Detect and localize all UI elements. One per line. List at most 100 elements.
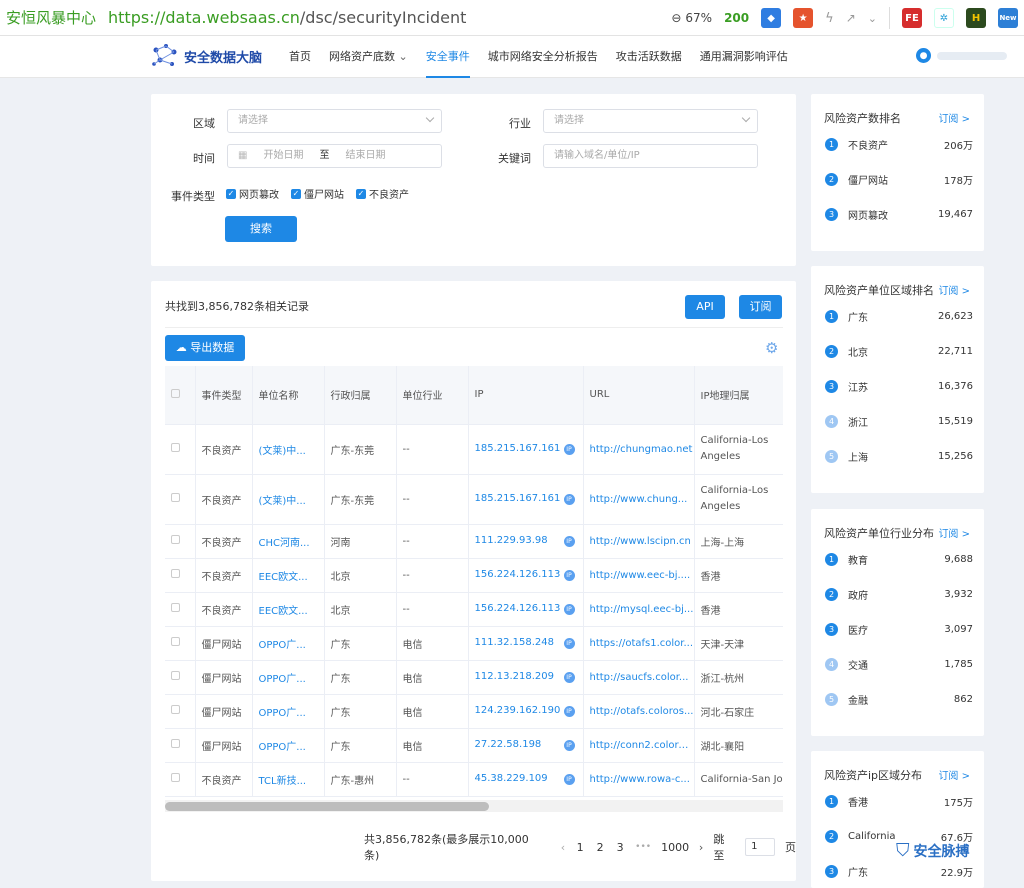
page-1[interactable]: 1 bbox=[575, 841, 585, 854]
nav-assets[interactable]: 网络资产底数 ⌄ bbox=[320, 36, 417, 78]
checkbox-defacement[interactable]: ✓ 网页篡改 bbox=[226, 186, 279, 201]
cell-ip[interactable]: 156.224.126.113 IP bbox=[468, 558, 584, 593]
checkbox-zombie-site[interactable]: ✓ 僵尸网站 bbox=[291, 186, 344, 201]
cell-ip[interactable]: 156.224.126.113 IP bbox=[468, 592, 584, 627]
row-checkbox[interactable] bbox=[165, 660, 196, 695]
cell-ip[interactable]: 111.229.93.98 IP bbox=[468, 524, 584, 559]
cell-ip[interactable]: 185.215.167.161 IP bbox=[468, 474, 584, 525]
checkbox[interactable] bbox=[171, 569, 180, 578]
share-icon[interactable]: ↗ bbox=[846, 11, 856, 25]
side-subscribe-link[interactable]: 订阅 > bbox=[938, 767, 970, 782]
zoom-indicator[interactable]: ⊖ 67% bbox=[671, 11, 712, 25]
extension-gear-icon[interactable]: ✲ bbox=[934, 8, 954, 28]
api-button[interactable]: API bbox=[685, 295, 725, 319]
extension-cube-icon[interactable]: ◆ bbox=[761, 8, 782, 28]
cell-url[interactable]: http://conn2.coloro... bbox=[583, 728, 695, 763]
cell-unit[interactable]: EEC欧文... bbox=[252, 558, 325, 593]
row-checkbox[interactable] bbox=[165, 524, 196, 559]
region-select[interactable]: 请选择 bbox=[227, 109, 442, 133]
chevron-down-icon[interactable]: ⌄ bbox=[868, 12, 877, 25]
select-all-checkbox[interactable] bbox=[165, 366, 196, 425]
keyword-input[interactable]: 请输入域名/单位/IP bbox=[543, 144, 758, 168]
ip-location-icon[interactable]: IP bbox=[563, 774, 575, 785]
cell-unit[interactable]: OPPO广... bbox=[252, 660, 325, 695]
cell-url[interactable]: https://otafs1.color... bbox=[583, 626, 695, 661]
checkbox[interactable] bbox=[171, 535, 180, 544]
checkbox[interactable] bbox=[171, 773, 180, 782]
table-row[interactable]: 僵尸网站 OPPO广... 广东 电信 111.32.158.248 IP https://… bbox=[165, 626, 783, 661]
lightning-icon[interactable]: ϟ bbox=[825, 11, 834, 26]
checkbox-bad-asset[interactable]: ✓ 不良资产 bbox=[356, 186, 409, 201]
page-last[interactable]: 1000 bbox=[661, 841, 689, 854]
cell-unit[interactable]: OPPO广... bbox=[252, 694, 325, 729]
row-checkbox[interactable] bbox=[165, 762, 196, 797]
ip-location-icon[interactable]: IP bbox=[563, 536, 575, 547]
pager-ellipsis[interactable]: ••• bbox=[635, 842, 651, 852]
ip-location-icon[interactable]: IP bbox=[563, 706, 575, 717]
extension-shield-icon[interactable]: ★ bbox=[793, 8, 814, 28]
scroll-thumb[interactable] bbox=[165, 802, 489, 811]
page-3[interactable]: 3 bbox=[615, 841, 625, 854]
url-bar[interactable]: https://data.websaas.cn/dsc/securityInci… bbox=[108, 8, 466, 27]
subscribe-button[interactable]: 订阅 bbox=[739, 295, 782, 319]
table-row[interactable]: 不良资产 (文莱)中... 广东-东莞 -- 185.215.167.161 IP http… bbox=[165, 424, 783, 475]
row-checkbox[interactable] bbox=[165, 558, 196, 593]
checkbox[interactable] bbox=[171, 739, 180, 748]
nav-city-report[interactable]: 城市网络安全分析报告 bbox=[479, 36, 607, 78]
table-row[interactable]: 不良资产 EEC欧文... 北京 -- 156.224.126.113 IP http://… bbox=[165, 558, 783, 593]
row-checkbox[interactable] bbox=[165, 474, 196, 525]
cell-unit[interactable]: (文莱)中... bbox=[252, 474, 325, 525]
export-button[interactable]: ☁ 导出数据 bbox=[165, 335, 245, 361]
ip-location-icon[interactable]: IP bbox=[563, 604, 575, 615]
next-page-icon[interactable]: › bbox=[699, 841, 703, 854]
checkbox[interactable] bbox=[171, 493, 180, 502]
search-button[interactable]: 搜索 bbox=[225, 216, 297, 242]
cell-unit[interactable]: TCL新技... bbox=[252, 762, 325, 797]
prev-page-icon[interactable]: ‹ bbox=[561, 841, 565, 854]
table-row[interactable]: 不良资产 CHC河南... 河南 -- 111.229.93.98 IP http://ww… bbox=[165, 524, 783, 559]
row-checkbox[interactable] bbox=[165, 424, 196, 475]
cell-ip[interactable]: 111.32.158.248 IP bbox=[468, 626, 584, 661]
ip-location-icon[interactable]: IP bbox=[563, 740, 575, 751]
checkbox[interactable] bbox=[171, 443, 180, 452]
start-date[interactable]: 开始日期 bbox=[263, 145, 303, 167]
horizontal-scrollbar[interactable] bbox=[165, 800, 783, 812]
user-menu[interactable]: ● bbox=[916, 48, 1007, 63]
table-row[interactable]: 不良资产 (文莱)中... 广东-东莞 -- 185.215.167.161 IP http… bbox=[165, 474, 783, 525]
cell-unit[interactable]: OPPO广... bbox=[252, 626, 325, 661]
checkbox[interactable] bbox=[171, 603, 180, 612]
cell-url[interactable]: http://chungmao.net bbox=[583, 424, 695, 475]
table-row[interactable]: 不良资产 EEC欧文... 北京 -- 156.224.126.113 IP http://… bbox=[165, 592, 783, 627]
cell-ip[interactable]: 27.22.58.198 IP bbox=[468, 728, 584, 763]
side-subscribe-link[interactable]: 订阅 > bbox=[938, 110, 970, 125]
cell-url[interactable]: http://www.chung... bbox=[583, 474, 695, 525]
cell-unit[interactable]: CHC河南... bbox=[252, 524, 325, 559]
row-checkbox[interactable] bbox=[165, 592, 196, 627]
cell-unit[interactable]: OPPO广... bbox=[252, 728, 325, 763]
checkbox[interactable] bbox=[171, 637, 180, 646]
goto-page-input[interactable]: 1 bbox=[745, 838, 775, 856]
table-row[interactable]: 僵尸网站 OPPO广... 广东 电信 124.239.162.190 IP http://… bbox=[165, 694, 783, 729]
cell-url[interactable]: http://www.eec-bj.... bbox=[583, 558, 695, 593]
cell-url[interactable]: http://saucfs.color... bbox=[583, 660, 695, 695]
end-date[interactable]: 结束日期 bbox=[345, 145, 385, 167]
settings-gear-icon[interactable]: ⚙ bbox=[765, 339, 778, 357]
table-row[interactable]: 僵尸网站 OPPO广... 广东 电信 112.13.218.209 IP http://s… bbox=[165, 660, 783, 695]
logo[interactable]: 安全数据大脑 bbox=[150, 42, 262, 70]
table-row[interactable]: 不良资产 TCL新技... 广东-惠州 -- 45.38.229.109 IP http:/… bbox=[165, 762, 783, 797]
ip-location-icon[interactable]: IP bbox=[563, 494, 575, 505]
nav-attack-data[interactable]: 攻击活跃数据 bbox=[607, 36, 691, 78]
ip-location-icon[interactable]: IP bbox=[563, 444, 575, 455]
checkbox[interactable] bbox=[171, 671, 180, 680]
extension-fe-icon[interactable]: FE bbox=[902, 8, 922, 28]
side-subscribe-link[interactable]: 订阅 > bbox=[938, 525, 970, 540]
nav-vuln-assessment[interactable]: 通用漏洞影响评估 bbox=[691, 36, 797, 78]
cell-ip[interactable]: 185.215.167.161 IP bbox=[468, 424, 584, 475]
row-checkbox[interactable] bbox=[165, 728, 196, 763]
cell-url[interactable]: http://mysql.eec-bj... bbox=[583, 592, 695, 627]
cell-url[interactable]: http://otafs.coloros... bbox=[583, 694, 695, 729]
nav-security-incidents[interactable]: 安全事件 bbox=[417, 36, 479, 78]
cell-url[interactable]: http://www.rowa-c... bbox=[583, 762, 695, 797]
row-checkbox[interactable] bbox=[165, 626, 196, 661]
ip-location-icon[interactable]: IP bbox=[563, 570, 575, 581]
